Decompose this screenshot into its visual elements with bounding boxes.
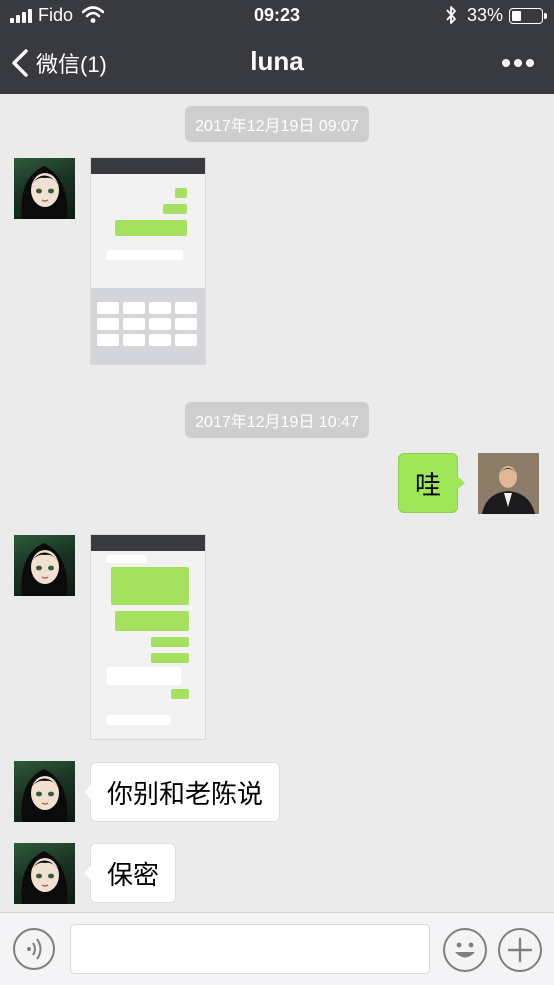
message-text: 保密: [107, 859, 160, 890]
battery-icon: [509, 8, 547, 24]
battery-percent: 33%: [467, 5, 504, 25]
message-input[interactable]: [70, 924, 430, 974]
avatar-me[interactable]: [478, 453, 539, 514]
message-text: 你别和老陈说: [107, 778, 264, 809]
plus-icon: [507, 937, 533, 963]
more-icon: [502, 59, 510, 67]
avatar-luna[interactable]: [14, 761, 75, 822]
nav-bar: 微信(1) luna: [0, 32, 554, 94]
input-bar: [0, 912, 554, 985]
status-bar: Fido 09:23 33%: [0, 0, 554, 32]
image-message[interactable]: [90, 157, 206, 365]
voice-button[interactable]: [13, 928, 55, 970]
image-message[interactable]: [90, 534, 206, 740]
top-bar: Fido 09:23 33% 微信(1) luna: [0, 0, 554, 94]
sent-message[interactable]: 哇: [398, 453, 466, 513]
emoji-icon: [455, 942, 475, 958]
emoji-button[interactable]: [443, 928, 487, 972]
avatar-luna[interactable]: [14, 158, 75, 219]
avatar-luna[interactable]: [14, 843, 75, 904]
more-button[interactable]: [502, 57, 534, 69]
timestamp: 2017年12月19日 10:47: [0, 402, 554, 438]
voice-icon: [27, 938, 42, 960]
received-message[interactable]: 你别和老陈说: [83, 762, 281, 822]
chat-area[interactable]: 2017年12月19日 09:07 2017年12月19日 10:47 哇 你别…: [0, 94, 554, 912]
bluetooth-icon: [446, 6, 456, 24]
chat-title: luna: [250, 46, 304, 76]
timestamp-label: 2017年12月19日 09:07: [185, 106, 369, 142]
add-button[interactable]: [498, 928, 542, 972]
timestamp: 2017年12月19日 09:07: [0, 106, 554, 142]
received-message[interactable]: 保密: [83, 843, 177, 903]
message-text: 哇: [415, 469, 442, 500]
avatar-luna[interactable]: [14, 535, 75, 596]
timestamp-label: 2017年12月19日 10:47: [185, 402, 369, 438]
